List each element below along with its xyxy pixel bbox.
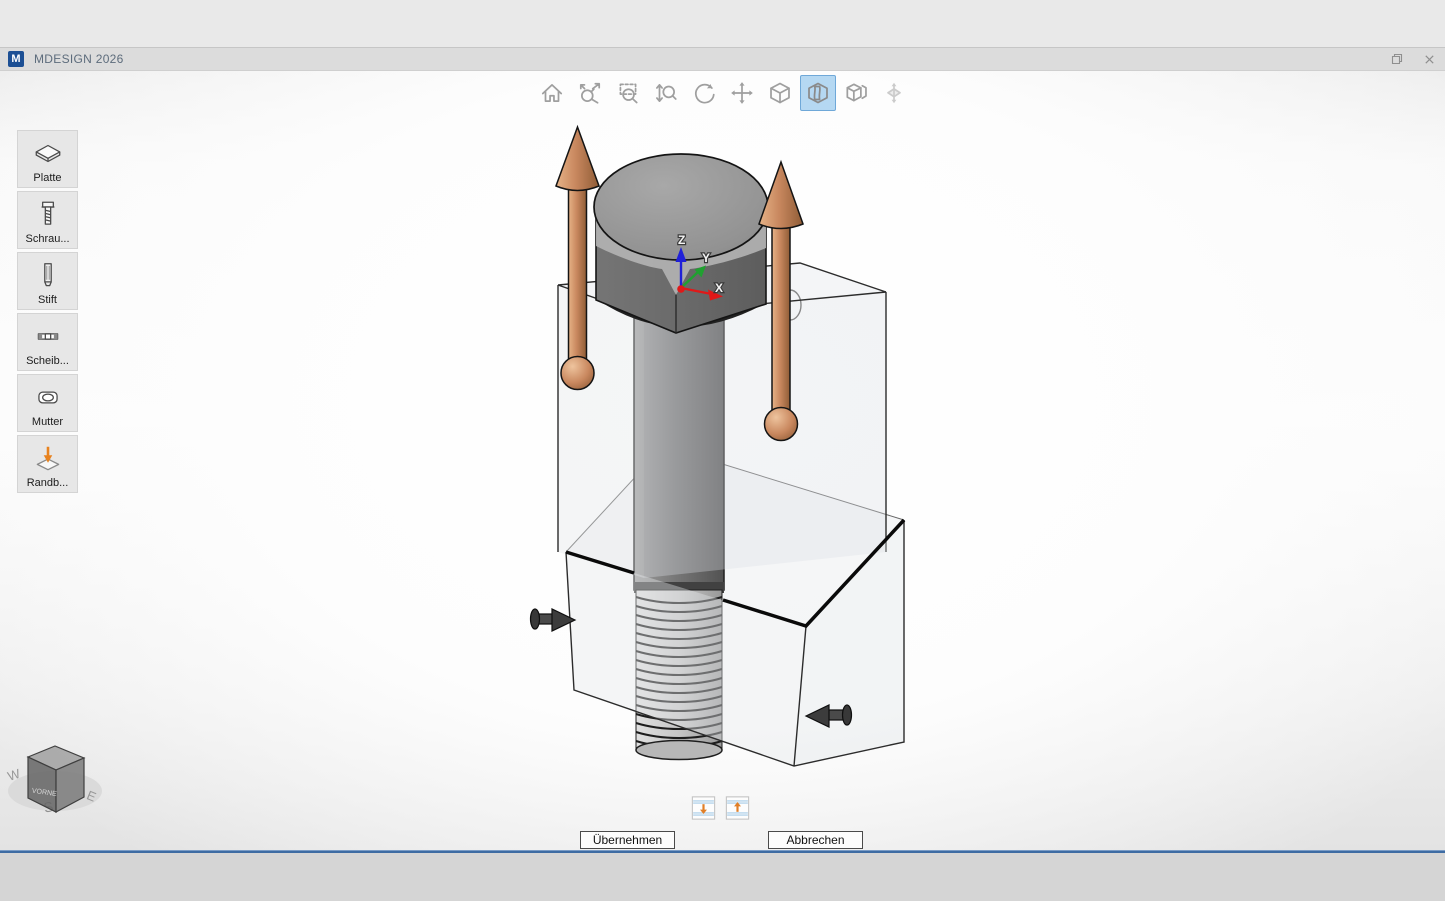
plate-icon <box>32 135 64 172</box>
washer-icon <box>32 318 64 355</box>
constraint-pin-left <box>531 609 576 631</box>
cancel-button[interactable]: Abbrechen <box>768 831 863 849</box>
zoom-window-tool-button[interactable] <box>610 75 646 111</box>
view-cube-widget[interactable]: W S E VORNE <box>6 746 102 816</box>
zoom-window-icon <box>615 80 641 106</box>
move-section-down-button[interactable] <box>691 796 716 820</box>
sidebar-item-mutter[interactable]: Mutter <box>17 374 78 432</box>
section-plane-controls <box>691 796 750 820</box>
sidebar-item-label: Scheib... <box>26 355 69 367</box>
close-button[interactable] <box>1421 51 1437 67</box>
window-controls <box>1389 48 1437 70</box>
rotate-view-icon <box>691 80 717 106</box>
boundary-condition-icon <box>32 440 64 477</box>
move-section-up-button[interactable] <box>725 796 750 820</box>
pan-view-tool-button[interactable] <box>724 75 760 111</box>
zoom-fit-tool-button[interactable] <box>572 75 608 111</box>
nut-icon <box>32 379 64 416</box>
zoom-in-out-tool-button[interactable] <box>648 75 684 111</box>
sidebar-item-label: Mutter <box>32 416 63 428</box>
axis-z-label: Z <box>678 233 685 247</box>
app-logo: M <box>8 51 24 67</box>
restore-button[interactable] <box>1389 51 1405 67</box>
home-icon <box>539 80 565 106</box>
clip-plane-view-tool-button[interactable] <box>838 75 874 111</box>
desktop-background-bottom <box>0 853 1445 901</box>
clip-plane-view-icon <box>843 80 869 106</box>
section-view-tool-button[interactable] <box>800 75 836 111</box>
sidebar-item-stift[interactable]: Stift <box>17 252 78 310</box>
solid-view-icon <box>767 80 793 106</box>
viewport-canvas[interactable]: Z Y X W S E VORNE <box>0 71 1445 850</box>
axis-x-label: X <box>715 281 723 295</box>
sidebar-item-label: Platte <box>33 172 61 184</box>
zoom-in-out-icon <box>653 80 679 106</box>
sidebar-item-platte[interactable]: Platte <box>17 130 78 188</box>
section-view-icon <box>805 80 831 106</box>
apply-button[interactable]: Übernehmen <box>580 831 675 849</box>
solid-view-tool-button[interactable] <box>762 75 798 111</box>
restore-icon <box>1390 52 1404 66</box>
close-icon <box>1423 53 1436 66</box>
component-sidebar: Platte Schrau... Stift Scheib... Mutter <box>17 130 78 496</box>
sidebar-item-randbedingung[interactable]: Randb... <box>17 435 78 493</box>
app-window: M MDESIGN 2026 <box>0 47 1445 850</box>
sidebar-item-label: Randb... <box>27 477 69 489</box>
sidebar-item-schraube[interactable]: Schrau... <box>17 191 78 249</box>
view-toolbar <box>534 75 912 111</box>
explode-view-tool-button[interactable] <box>876 75 912 111</box>
titlebar: M MDESIGN 2026 <box>0 48 1445 71</box>
desktop-background-top <box>0 0 1445 47</box>
section-move-down-icon <box>691 796 716 820</box>
home-tool-button[interactable] <box>534 75 570 111</box>
pin-icon <box>32 257 64 294</box>
section-move-up-icon <box>725 796 750 820</box>
zoom-fit-icon <box>577 80 603 106</box>
sidebar-item-scheibe[interactable]: Scheib... <box>17 313 78 371</box>
window-title: MDESIGN 2026 <box>34 52 124 66</box>
model-scene: Z Y X W S E VORNE <box>0 71 1445 850</box>
pan-view-icon <box>729 80 755 106</box>
screen: M MDESIGN 2026 <box>0 0 1445 901</box>
explode-view-icon <box>881 80 907 106</box>
axis-y-label: Y <box>702 251 710 265</box>
screw-icon <box>32 196 64 233</box>
sidebar-item-label: Schrau... <box>25 233 69 245</box>
sidebar-item-label: Stift <box>38 294 57 306</box>
rotate-view-tool-button[interactable] <box>686 75 722 111</box>
